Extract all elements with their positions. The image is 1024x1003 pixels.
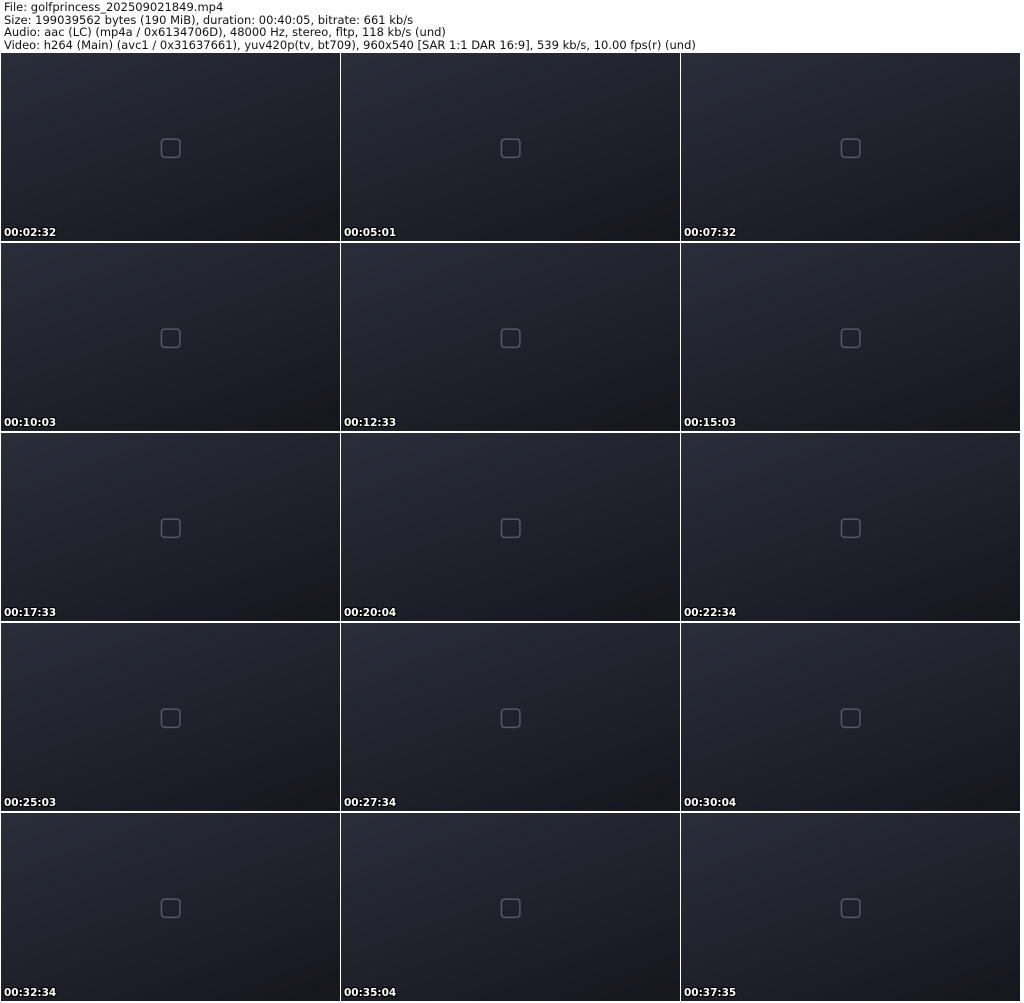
image-placeholder-icon: ▢ (498, 132, 523, 162)
image-placeholder-icon: ▢ (498, 512, 523, 542)
image-placeholder-icon: ▢ (838, 322, 863, 352)
video-thumbnail: ▢ 00:25:03 (1, 623, 340, 811)
video-thumbnail: ▢ 00:05:01 (341, 53, 680, 241)
thumbnail-timestamp: 00:32:34 (4, 987, 57, 999)
thumbnail-timestamp: 00:05:01 (344, 227, 397, 239)
image-placeholder-icon: ▢ (158, 512, 183, 542)
video-thumbnail: ▢ 00:10:03 (1, 243, 340, 431)
thumbnail-timestamp: 00:22:34 (684, 607, 737, 619)
image-placeholder-icon: ▢ (158, 702, 183, 732)
thumbnail-timestamp: 00:12:33 (344, 417, 397, 429)
thumbnail-timestamp: 00:25:03 (4, 797, 57, 809)
video-thumbnail: ▢ 00:35:04 (341, 813, 680, 1001)
video-thumbnail: ▢ 00:02:32 (1, 53, 340, 241)
video-thumbnail: ▢ 00:20:04 (341, 433, 680, 621)
thumbnail-timestamp: 00:30:04 (684, 797, 737, 809)
thumbnail-timestamp: 00:15:03 (684, 417, 737, 429)
thumbnail-grid: ▢ 00:02:32 ▢ 00:05:01 ▢ 00:07:32 ▢ 00:10:03 ▢ 00:… (1, 53, 1020, 1001)
thumbnail-timestamp: 00:07:32 (684, 227, 737, 239)
file-info-header: File: golfprincess_202509021849.mp4 Size… (4, 1, 696, 51)
image-placeholder-icon: ▢ (838, 702, 863, 732)
image-placeholder-icon: ▢ (498, 322, 523, 352)
file-name: File: golfprincess_202509021849.mp4 (4, 0, 224, 14)
image-placeholder-icon: ▢ (838, 892, 863, 922)
video-thumbnail: ▢ 00:22:34 (681, 433, 1020, 621)
video-info: Video: h264 (Main) (avc1 / 0x31637661), … (4, 37, 696, 52)
video-thumbnail: ▢ 00:32:34 (1, 813, 340, 1001)
thumbnail-timestamp: 00:02:32 (4, 227, 57, 239)
thumbnail-timestamp: 00:10:03 (4, 417, 57, 429)
image-placeholder-icon: ▢ (498, 702, 523, 732)
video-thumbnail: ▢ 00:07:32 (681, 53, 1020, 241)
video-thumbnail: ▢ 00:27:34 (341, 623, 680, 811)
image-placeholder-icon: ▢ (158, 892, 183, 922)
video-thumbnail: ▢ 00:15:03 (681, 243, 1020, 431)
image-placeholder-icon: ▢ (158, 322, 183, 352)
thumbnail-timestamp: 00:27:34 (344, 797, 397, 809)
video-thumbnail: ▢ 00:37:35 (681, 813, 1020, 1001)
thumbnail-timestamp: 00:20:04 (344, 607, 397, 619)
image-placeholder-icon: ▢ (158, 132, 183, 162)
video-thumbnail: ▢ 00:12:33 (341, 243, 680, 431)
video-thumbnail: ▢ 00:30:04 (681, 623, 1020, 811)
image-placeholder-icon: ▢ (838, 132, 863, 162)
image-placeholder-icon: ▢ (498, 892, 523, 922)
thumbnail-timestamp: 00:35:04 (344, 987, 397, 999)
audio-info: Audio: aac (LC) (mp4a / 0x6134706D), 480… (4, 25, 446, 39)
image-placeholder-icon: ▢ (838, 512, 863, 542)
thumbnail-timestamp: 00:17:33 (4, 607, 57, 619)
thumbnail-timestamp: 00:37:35 (684, 987, 737, 999)
video-thumbnail: ▢ 00:17:33 (1, 433, 340, 621)
